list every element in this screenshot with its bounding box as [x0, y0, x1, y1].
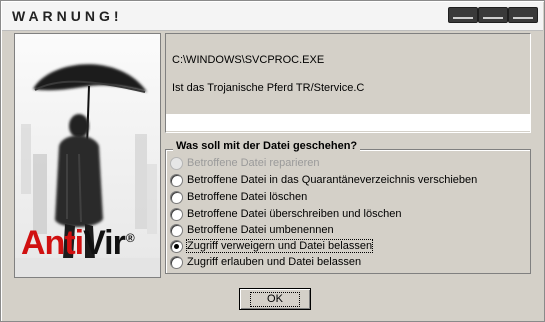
logo-registered-mark: ® [125, 230, 135, 245]
option-repair[interactable]: Betroffene Datei reparieren [170, 156, 320, 170]
option-quarantine-label: Betroffene Datei in das Quarantäneverzei… [187, 174, 478, 186]
option-quarantine[interactable]: Betroffene Datei in das Quarantäneverzei… [170, 173, 477, 187]
radio-repair[interactable] [170, 156, 183, 170]
infected-file-path: C:\WINDOWS\SVCPROC.EXE [172, 54, 325, 66]
option-delete[interactable]: Betroffene Datei löschen [170, 190, 307, 204]
info-empty-line [166, 114, 530, 131]
option-rename-label: Betroffene Datei umbenennen [187, 224, 334, 236]
option-delete-label: Betroffene Datei löschen [187, 191, 308, 203]
option-repair-label: Betroffene Datei reparieren [187, 157, 320, 169]
radio-delete[interactable] [170, 190, 183, 204]
radio-overwrite-delete[interactable] [170, 207, 183, 221]
ok-button[interactable]: OK [239, 288, 311, 310]
option-rename[interactable]: Betroffene Datei umbenennen [170, 223, 334, 237]
title-bar[interactable]: WARNUNG! [2, 2, 543, 31]
logo-anti: Anti [21, 224, 84, 262]
logo-vir: Vir [83, 224, 126, 262]
option-deny-access-label: Zugriff verweigern und Datei belassen [185, 239, 374, 253]
option-overwrite-delete[interactable]: Betroffene Datei überschreiben und lösch… [170, 207, 401, 221]
brand-image-panel: AntiVir® [14, 33, 161, 278]
antivir-logo: AntiVir® [21, 224, 135, 263]
option-allow-access[interactable]: Zugriff erlauben und Datei belassen [170, 255, 361, 269]
close-icon[interactable] [508, 7, 538, 23]
radio-allow-access[interactable] [170, 255, 183, 269]
option-overwrite-delete-label: Betroffene Datei überschreiben und lösch… [187, 208, 402, 220]
warning-dialog: WARNUNG! AntiVir® C:\WINDOWS\SVCPROC.EXE… [0, 0, 545, 322]
radio-quarantine[interactable] [170, 173, 183, 187]
detection-info-box: C:\WINDOWS\SVCPROC.EXE Ist das Trojanisc… [165, 33, 531, 133]
radio-rename[interactable] [170, 223, 183, 237]
radio-deny-access[interactable] [170, 239, 183, 253]
minimize-icon[interactable] [448, 7, 478, 23]
detection-message: Ist das Trojanische Pferd TR/Stervice.C [172, 82, 365, 94]
option-allow-access-label: Zugriff erlauben und Datei belassen [187, 256, 362, 268]
ok-button-label: OK [250, 291, 300, 307]
window-title: WARNUNG! [12, 8, 123, 24]
option-deny-access[interactable]: Zugriff verweigern und Datei belassen [170, 239, 374, 253]
action-group-legend: Was soll mit der Datei geschehen? [173, 140, 361, 152]
maximize-icon[interactable] [478, 7, 508, 23]
